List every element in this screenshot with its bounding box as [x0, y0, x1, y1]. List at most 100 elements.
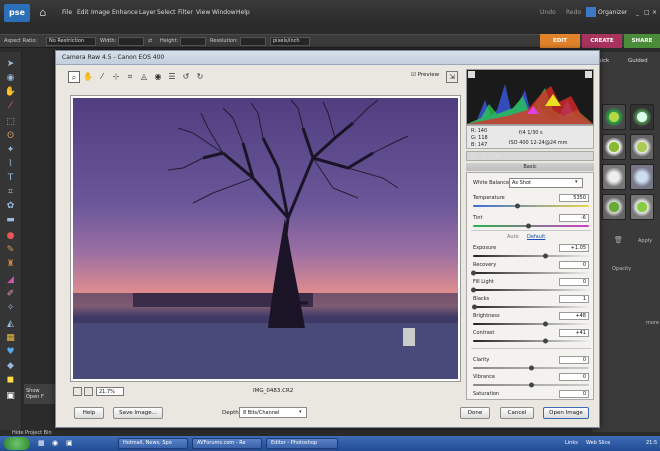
aspect-ratio-select[interactable]: No Restriction	[46, 37, 96, 46]
width-field[interactable]	[118, 37, 144, 46]
effect-thumbnail[interactable]	[602, 134, 626, 160]
slider-track[interactable]	[473, 255, 589, 257]
effect-thumbnail[interactable]	[630, 134, 654, 160]
cookie-cutter-icon[interactable]: ✿	[4, 200, 17, 213]
gradient-icon[interactable]: ▦	[4, 332, 17, 345]
tab-create[interactable]: CREATE	[582, 34, 622, 48]
menu-layer[interactable]: Layer	[139, 9, 156, 16]
more-button[interactable]: more	[646, 320, 659, 326]
straighten-icon[interactable]: ▬	[4, 214, 17, 227]
slider-value-field[interactable]: 0	[559, 278, 589, 286]
tab-share[interactable]: SHARE	[624, 34, 660, 48]
slider-value-field[interactable]: 0	[559, 261, 589, 269]
open-image-button[interactable]: Open Image	[543, 407, 589, 419]
slider-thumb[interactable]	[515, 203, 521, 209]
fullscreen-icon[interactable]: ⇲	[446, 71, 458, 83]
marquee-icon[interactable]: ⬚	[4, 116, 17, 129]
effect-thumbnail[interactable]	[602, 164, 626, 190]
organizer-button[interactable]: Organizer	[598, 9, 627, 16]
preview-checkbox[interactable]: ☑ Preview	[411, 72, 439, 78]
slider-thumb[interactable]	[542, 321, 548, 327]
tab-edit[interactable]: EDIT	[540, 34, 580, 48]
clone-stamp-icon[interactable]: ♜	[4, 258, 17, 271]
home-icon[interactable]: ⌂	[36, 6, 50, 20]
resolution-unit-select[interactable]: pixels/inch	[270, 37, 310, 46]
white-balance-icon[interactable]: ⁄	[96, 71, 108, 83]
effect-thumbnail[interactable]	[602, 194, 626, 220]
close-icon[interactable]: ×	[652, 9, 657, 16]
slider-value-field[interactable]: +1.05	[559, 244, 589, 252]
trash-icon[interactable]: 🗑	[614, 236, 623, 244]
paint-bucket-icon[interactable]: ◭	[4, 318, 17, 331]
zoom-tool-icon[interactable]: ⌕	[68, 71, 80, 83]
magic-wand-icon[interactable]: ✦	[4, 144, 17, 157]
move-tool-icon[interactable]: ➤	[4, 58, 17, 71]
menu-window[interactable]: Window	[212, 9, 236, 16]
rotate-ccw-icon[interactable]: ↺	[180, 71, 192, 83]
slider-value-field[interactable]: 1	[559, 295, 589, 303]
slider-thumb[interactable]	[471, 287, 476, 293]
quick-select-icon[interactable]: ⌇	[4, 158, 17, 171]
redo-button[interactable]: Redo	[566, 9, 581, 16]
slider-track[interactable]	[473, 225, 589, 227]
save-image-button[interactable]: Save Image...	[113, 407, 163, 419]
auto-link[interactable]: Auto	[507, 234, 519, 240]
slider-thumb[interactable]	[529, 400, 534, 401]
smart-brush-icon[interactable]: ✧	[4, 302, 17, 315]
done-button[interactable]: Done	[460, 407, 490, 419]
web-slice[interactable]: Web Slice	[586, 440, 610, 446]
slider-track[interactable]	[473, 323, 589, 325]
slider-track[interactable]	[473, 205, 589, 207]
default-link[interactable]: Default	[527, 234, 545, 240]
menu-filter[interactable]: Filter	[178, 9, 193, 16]
crop-tool-icon[interactable]: ⌗	[4, 186, 17, 199]
lasso-icon[interactable]: ʘ	[4, 130, 17, 143]
straighten-icon[interactable]: ◬	[138, 71, 150, 83]
menu-edit[interactable]: Edit	[77, 9, 89, 16]
slider-track[interactable]	[473, 306, 589, 308]
taskbar-item[interactable]: Hotmail, News, Spo	[118, 438, 188, 449]
white-balance-select[interactable]: As Shot	[509, 178, 583, 188]
quicklaunch-icon[interactable]: ◉	[52, 439, 58, 447]
slider-track[interactable]	[473, 272, 589, 274]
slider-thumb[interactable]	[525, 223, 531, 229]
brush-icon[interactable]: ✐	[4, 288, 17, 301]
start-button[interactable]	[4, 437, 30, 450]
taskbar-item[interactable]: AVForums.com - Re	[192, 438, 262, 449]
minimize-icon[interactable]: _	[636, 9, 639, 16]
slider-thumb[interactable]	[472, 304, 478, 310]
quicklaunch-icon[interactable]: ▦	[38, 439, 45, 447]
blur-icon[interactable]: ◆	[4, 360, 17, 373]
menu-view[interactable]: View	[196, 9, 210, 16]
effect-thumbnail[interactable]	[630, 164, 654, 190]
detail-tab-icon[interactable]: ◼	[495, 153, 500, 160]
menu-file[interactable]: File	[62, 9, 72, 16]
depth-select[interactable]: 8 Bits/Channel	[239, 407, 307, 418]
resolution-field[interactable]	[240, 37, 266, 46]
effect-thumbnail[interactable]	[630, 194, 654, 220]
rotate-cw-icon[interactable]: ↻	[194, 71, 206, 83]
red-eye-icon[interactable]: ◉	[152, 71, 164, 83]
menu-help[interactable]: Help	[236, 9, 250, 16]
red-eye-icon[interactable]: ●	[4, 230, 17, 243]
menu-image[interactable]: Image	[91, 9, 110, 16]
healing-brush-icon[interactable]: ✎	[4, 244, 17, 257]
effect-thumbnail[interactable]	[602, 104, 626, 130]
quicklaunch-icon[interactable]: ▣	[66, 439, 73, 447]
slider-value-field[interactable]: 5350	[559, 194, 589, 202]
color-swatches-icon[interactable]: ▣	[4, 390, 17, 403]
tone-curve-tab-icon[interactable]: ◭	[483, 153, 488, 160]
hand-tool-icon[interactable]: ✋	[82, 71, 94, 83]
zoom-level-select[interactable]: 21.7%	[96, 387, 124, 396]
hand-tool-icon[interactable]: ✋	[4, 86, 17, 99]
show-open-files[interactable]: Show Open F	[24, 384, 56, 404]
slider-thumb[interactable]	[471, 270, 476, 276]
slider-thumb[interactable]	[529, 382, 534, 388]
slider-thumb[interactable]	[529, 365, 534, 371]
slider-value-field[interactable]: 0	[559, 356, 589, 364]
zoom-out-button[interactable]: −	[73, 387, 82, 396]
sponge-icon[interactable]: ◼	[4, 374, 17, 387]
slider-value-field[interactable]: 0	[559, 390, 589, 398]
zoom-tool-icon[interactable]: ◉	[4, 72, 17, 85]
swap-icon[interactable]: ⇄	[148, 38, 152, 44]
